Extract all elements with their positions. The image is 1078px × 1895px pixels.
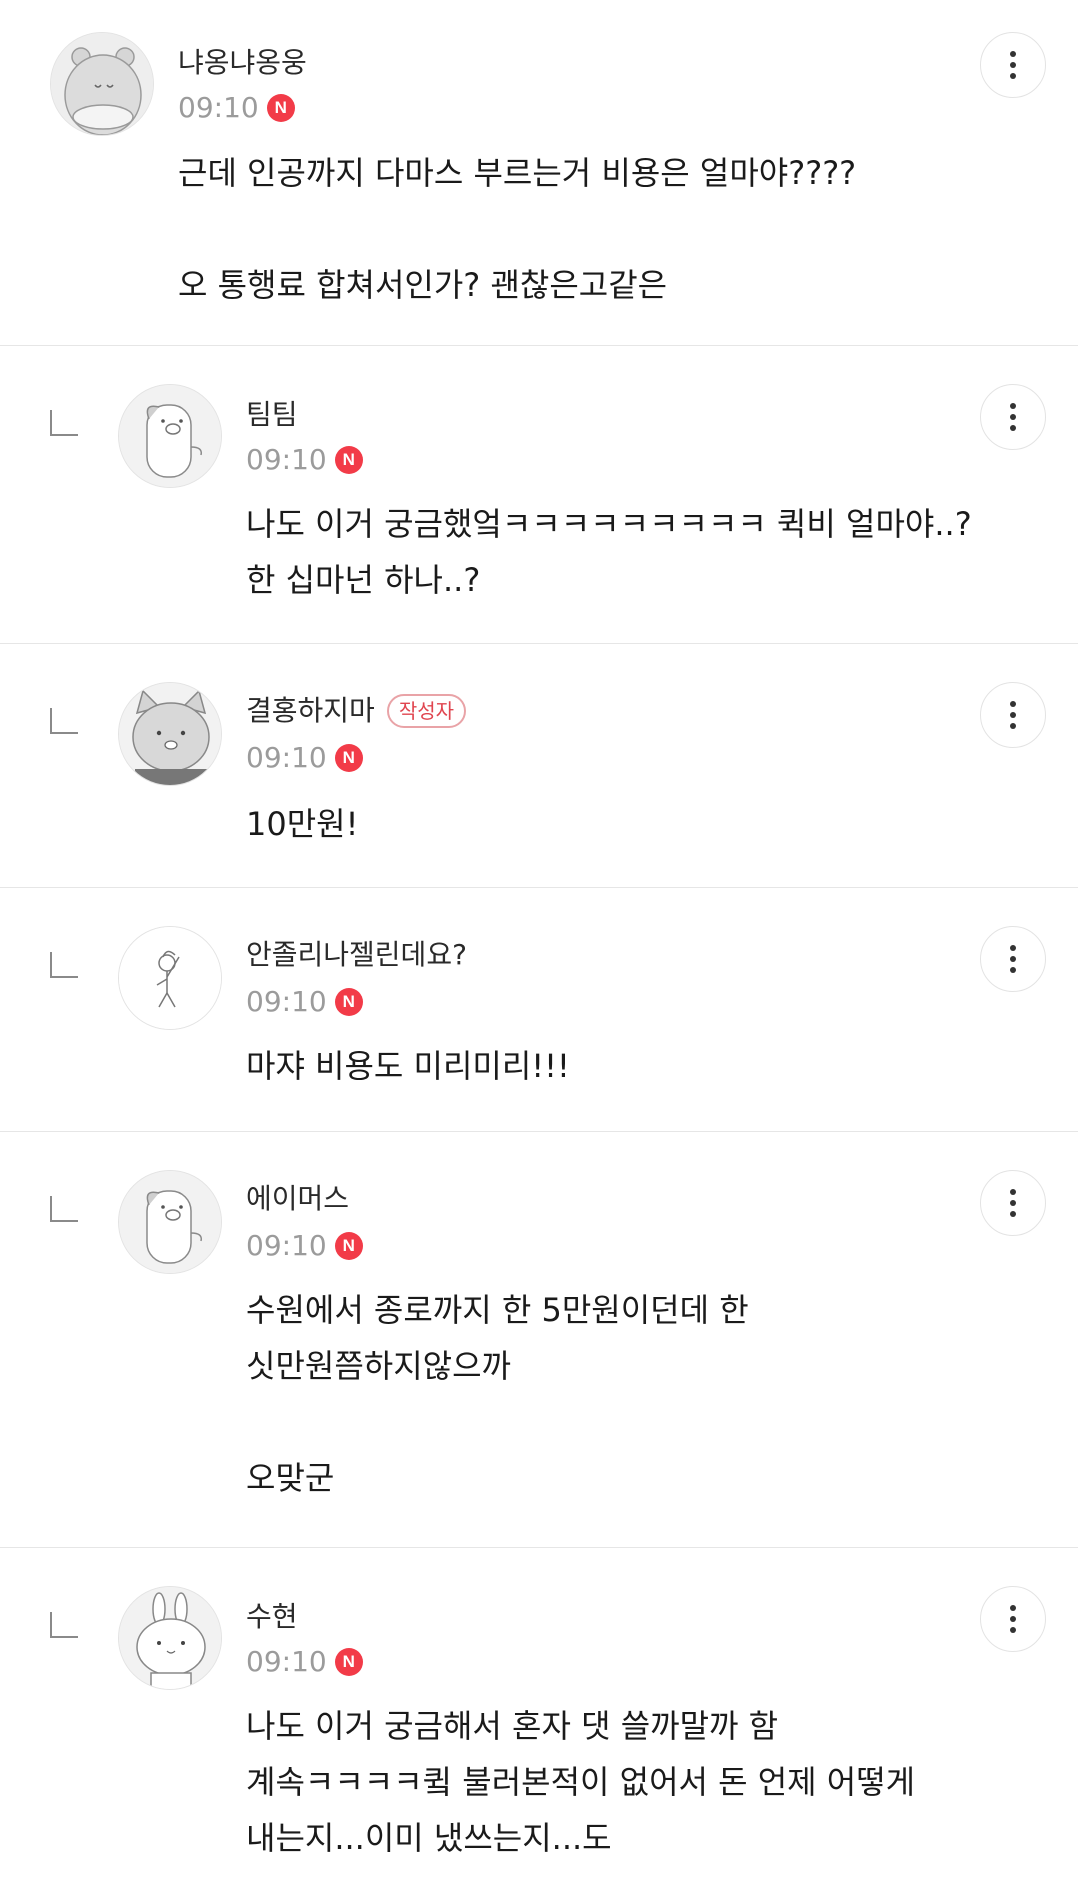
- reply-arrow-icon: [50, 708, 78, 734]
- rabbit-avatar-icon[interactable]: [118, 1586, 222, 1690]
- more-options-button[interactable]: [980, 32, 1046, 98]
- comment-author[interactable]: 수현: [246, 1600, 298, 1634]
- comment-meta: 09:10 N: [246, 1646, 363, 1678]
- more-dot: [1010, 945, 1016, 951]
- new-badge: N: [334, 744, 363, 772]
- more-options-button[interactable]: [980, 1170, 1046, 1236]
- new-badge: N: [334, 446, 363, 474]
- reply-item: 안졸리나젤린데요? 09:10 N 마쟈 비용도 미리미리!!!: [0, 888, 1078, 1132]
- comment-item: 냐옹냐옹웅 09:10 N 근데 인공까지 다마스 부르는거 비용은 얼마야??…: [0, 0, 1078, 346]
- more-dot: [1010, 967, 1016, 973]
- reply-item: 수현 09:10 N 나도 이거 궁금해서 혼자 댓 쓸까말까 함 계속ㅋㅋㅋㅋ…: [0, 1548, 1078, 1895]
- comment-meta: 09:10 N: [246, 742, 363, 774]
- new-badge: N: [334, 1232, 363, 1260]
- comment-meta: 09:10 N: [246, 986, 363, 1018]
- more-dot: [1010, 73, 1016, 79]
- new-badge: N: [266, 94, 295, 122]
- comment-text: 마쟈 비용도 미리미리!!!: [246, 1047, 570, 1085]
- more-dot: [1010, 712, 1016, 718]
- reply-item: 결홍하지마 작성자 09:10 N 10만원!: [0, 644, 1078, 888]
- more-dot: [1010, 701, 1016, 707]
- comment-time: 09:10: [178, 91, 259, 124]
- pig-avatar-icon[interactable]: [118, 384, 222, 488]
- comment-author[interactable]: 냐옹냐옹웅: [178, 46, 307, 80]
- comment-text: 근데 인공까지 다마스 부르는거 비용은 얼마야???? 오 통행료 합쳐서인가…: [178, 154, 857, 304]
- comment-meta: 09:10 N: [246, 444, 363, 476]
- reply-arrow-icon: [50, 1196, 78, 1222]
- hamster-avatar-icon[interactable]: [50, 32, 154, 136]
- new-badge: N: [334, 988, 363, 1016]
- more-dot: [1010, 1616, 1016, 1622]
- more-dot: [1010, 723, 1016, 729]
- more-dot: [1010, 51, 1016, 57]
- comment-time: 09:10: [246, 741, 327, 774]
- comment-author[interactable]: 에이머스: [246, 1182, 349, 1216]
- more-options-button[interactable]: [980, 926, 1046, 992]
- comment-text: 나도 이거 궁금했엌ㅋㅋㅋㅋㅋㅋㅋㅋㅋ 퀵비 얼마야..? 한 십마넌 하나..…: [246, 505, 982, 599]
- reply-arrow-icon: [50, 410, 78, 436]
- comment-time: 09:10: [246, 985, 327, 1018]
- more-dot: [1010, 62, 1016, 68]
- comment-time: 09:10: [246, 1645, 327, 1678]
- comment-time: 09:10: [246, 443, 327, 476]
- more-dot: [1010, 1605, 1016, 1611]
- more-dot: [1010, 956, 1016, 962]
- more-dot: [1010, 1200, 1016, 1206]
- cat-avatar-icon[interactable]: [118, 682, 222, 786]
- reply-item: 팀팀 09:10 N 나도 이거 궁금했엌ㅋㅋㅋㅋㅋㅋㅋㅋㅋ 퀵비 얼마야..?…: [0, 346, 1078, 644]
- more-options-button[interactable]: [980, 682, 1046, 748]
- stick-figure-avatar-icon[interactable]: [118, 926, 222, 1030]
- reply-item: 에이머스 09:10 N 수원에서 종로까지 한 5만원이던데 한 싯만원쯤하지…: [0, 1132, 1078, 1548]
- writer-badge: 작성자: [386, 694, 467, 728]
- reply-arrow-icon: [50, 952, 78, 978]
- more-options-button[interactable]: [980, 384, 1046, 450]
- pig-avatar-icon[interactable]: [118, 1170, 222, 1274]
- comment-time: 09:10: [246, 1229, 327, 1262]
- more-dot: [1010, 1211, 1016, 1217]
- more-dot: [1010, 1189, 1016, 1195]
- more-options-button[interactable]: [980, 1586, 1046, 1652]
- reply-arrow-icon: [50, 1612, 78, 1638]
- comment-author-row: 결홍하지마 작성자: [246, 694, 467, 728]
- comment-meta: 09:10 N: [246, 1230, 363, 1262]
- comment-author[interactable]: 안졸리나젤린데요?: [246, 938, 467, 972]
- comment-text: 나도 이거 궁금해서 혼자 댓 쓸까말까 함 계속ㅋㅋㅋㅋ큌 불러본적이 없어서…: [246, 1707, 926, 1857]
- new-badge: N: [334, 1648, 363, 1676]
- comment-author[interactable]: 팀팀: [246, 398, 298, 432]
- comment-text: 수원에서 종로까지 한 5만원이던데 한 싯만원쯤하지않으까 오맞군: [246, 1291, 749, 1497]
- comment-author[interactable]: 결홍하지마: [246, 694, 375, 728]
- comment-text: 10만원!: [246, 805, 359, 843]
- comment-meta: 09:10 N: [178, 92, 295, 124]
- more-dot: [1010, 1627, 1016, 1633]
- more-dot: [1010, 425, 1016, 431]
- more-dot: [1010, 403, 1016, 409]
- more-dot: [1010, 414, 1016, 420]
